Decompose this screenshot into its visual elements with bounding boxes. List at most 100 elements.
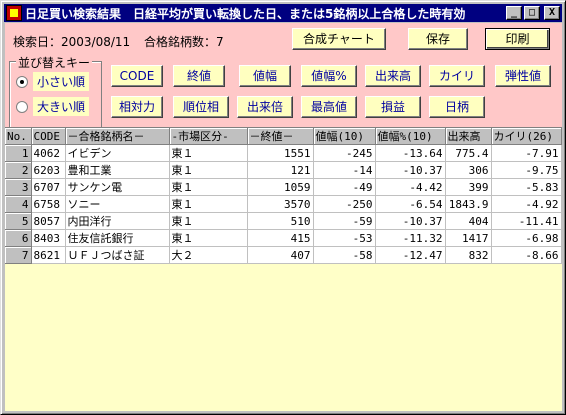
- cell-volume[interactable]: 775.4: [445, 144, 492, 162]
- sort-key-elasticity[interactable]: 弾性値: [495, 65, 551, 87]
- col-market[interactable]: -市場区分-: [169, 128, 248, 145]
- sort-ascending-option[interactable]: 小さい順: [16, 72, 90, 91]
- cell-deviation[interactable]: -5.83: [491, 178, 562, 196]
- cell-volume[interactable]: 1417: [445, 229, 492, 247]
- sort-key-relative-strength[interactable]: 相対力: [111, 96, 163, 118]
- cell-code[interactable]: 8403: [31, 229, 66, 247]
- cell-range[interactable]: -58: [313, 246, 376, 264]
- sort-key-close[interactable]: 終値: [173, 65, 225, 87]
- cell-deviation[interactable]: -6.98: [491, 229, 562, 247]
- cell-range-pct[interactable]: -6.54: [375, 195, 446, 213]
- cell-name[interactable]: 住友信託銀行: [65, 229, 170, 247]
- sort-key-volume[interactable]: 出来高: [365, 65, 421, 87]
- app-icon[interactable]: [6, 5, 22, 21]
- cell-close[interactable]: 3570: [247, 195, 314, 213]
- cell-code[interactable]: 8621: [31, 246, 66, 264]
- cell-code[interactable]: 6203: [31, 161, 66, 179]
- sort-key-high[interactable]: 最高値: [301, 96, 357, 118]
- cell-close[interactable]: 121: [247, 161, 314, 179]
- print-button[interactable]: 印刷: [485, 28, 550, 50]
- composite-chart-button[interactable]: 合成チャート: [292, 28, 386, 50]
- cell-volume[interactable]: 306: [445, 161, 492, 179]
- col-range-pct[interactable]: 値幅%(10): [375, 128, 446, 145]
- col-code[interactable]: CODE: [31, 128, 66, 145]
- col-no[interactable]: No.: [5, 128, 32, 145]
- cell-close[interactable]: 510: [247, 212, 314, 230]
- cell-range-pct[interactable]: -4.42: [375, 178, 446, 196]
- cell-name[interactable]: 内田洋行: [65, 212, 170, 230]
- col-volume[interactable]: 出来高: [445, 128, 492, 145]
- cell-deviation[interactable]: -4.92: [491, 195, 562, 213]
- cell-deviation[interactable]: -7.91: [491, 144, 562, 162]
- cell-market[interactable]: 東１: [169, 195, 248, 213]
- cell-volume[interactable]: 404: [445, 212, 492, 230]
- cell-name[interactable]: イビデン: [65, 144, 170, 162]
- cell-close[interactable]: 1059: [247, 178, 314, 196]
- sort-key-days[interactable]: 日柄: [429, 96, 485, 118]
- title-bar[interactable]: 日足買い検索結果 日経平均が買い転換した日、または5銘柄以上合格した時有効 _ …: [4, 4, 562, 22]
- table-row[interactable]: 1 4062 イビデン 東１ 1551 -245 -13.64 775.4 -7…: [5, 144, 562, 162]
- row-number[interactable]: 7: [5, 246, 32, 264]
- row-number[interactable]: 3: [5, 178, 32, 196]
- cell-range-pct[interactable]: -13.64: [375, 144, 446, 162]
- table-row[interactable]: 3 6707 サンケン電 東１ 1059 -49 -4.42 399 -5.83: [5, 178, 562, 196]
- cell-close[interactable]: 1551: [247, 144, 314, 162]
- cell-range-pct[interactable]: -10.37: [375, 212, 446, 230]
- cell-deviation[interactable]: -8.66: [491, 246, 562, 264]
- sort-key-profit-loss[interactable]: 損益: [365, 96, 421, 118]
- col-close[interactable]: －終値－: [247, 128, 314, 145]
- table-row[interactable]: 6 8403 住友信託銀行 東１ 415 -53 -11.32 1417 -6.…: [5, 229, 562, 247]
- radio-ascending[interactable]: [16, 75, 28, 88]
- row-number[interactable]: 5: [5, 212, 32, 230]
- col-name[interactable]: －合格銘柄名－: [65, 128, 170, 145]
- maximize-button[interactable]: □: [524, 6, 540, 20]
- sort-descending-option[interactable]: 大きい順: [16, 97, 90, 116]
- sort-key-rank-phase[interactable]: 順位相: [173, 96, 229, 118]
- cell-close[interactable]: 415: [247, 229, 314, 247]
- cell-name[interactable]: ＵＦＪつばさ証: [65, 246, 170, 264]
- cell-market[interactable]: 東１: [169, 144, 248, 162]
- cell-code[interactable]: 8057: [31, 212, 66, 230]
- sort-key-volume-ratio[interactable]: 出来倍: [237, 96, 293, 118]
- table-row[interactable]: 7 8621 ＵＦＪつばさ証 大２ 407 -58 -12.47 832 -8.…: [5, 246, 562, 264]
- cell-code[interactable]: 4062: [31, 144, 66, 162]
- cell-code[interactable]: 6758: [31, 195, 66, 213]
- cell-range-pct[interactable]: -10.37: [375, 161, 446, 179]
- row-number[interactable]: 6: [5, 229, 32, 247]
- cell-market[interactable]: 東１: [169, 178, 248, 196]
- cell-market[interactable]: 東１: [169, 212, 248, 230]
- sort-key-range-pct[interactable]: 値幅%: [301, 65, 357, 87]
- cell-volume[interactable]: 832: [445, 246, 492, 264]
- cell-name[interactable]: ソニー: [65, 195, 170, 213]
- minimize-button[interactable]: _: [506, 6, 522, 20]
- cell-range[interactable]: -245: [313, 144, 376, 162]
- results-grid[interactable]: No. CODE －合格銘柄名－ -市場区分- －終値－ 値幅(10) 値幅%(…: [5, 127, 562, 411]
- ascending-label[interactable]: 小さい順: [33, 72, 90, 91]
- descending-label[interactable]: 大きい順: [33, 97, 90, 116]
- cell-range[interactable]: -53: [313, 229, 376, 247]
- save-button[interactable]: 保存: [408, 28, 468, 50]
- cell-deviation[interactable]: -11.41: [491, 212, 562, 230]
- row-number[interactable]: 4: [5, 195, 32, 213]
- cell-range-pct[interactable]: -11.32: [375, 229, 446, 247]
- col-deviation[interactable]: カイリ(26): [491, 128, 562, 145]
- cell-deviation[interactable]: -9.75: [491, 161, 562, 179]
- cell-code[interactable]: 6707: [31, 178, 66, 196]
- table-row[interactable]: 5 8057 内田洋行 東１ 510 -59 -10.37 404 -11.41: [5, 212, 562, 230]
- radio-descending[interactable]: [16, 100, 28, 113]
- cell-name[interactable]: 豊和工業: [65, 161, 170, 179]
- col-range[interactable]: 値幅(10): [313, 128, 376, 145]
- cell-range[interactable]: -49: [313, 178, 376, 196]
- cell-close[interactable]: 407: [247, 246, 314, 264]
- sort-key-range[interactable]: 値幅: [239, 65, 291, 87]
- cell-range[interactable]: -250: [313, 195, 376, 213]
- cell-name[interactable]: サンケン電: [65, 178, 170, 196]
- row-number[interactable]: 1: [5, 144, 32, 162]
- cell-market[interactable]: 東１: [169, 161, 248, 179]
- cell-range[interactable]: -59: [313, 212, 376, 230]
- cell-market[interactable]: 東１: [169, 229, 248, 247]
- table-row[interactable]: 4 6758 ソニー 東１ 3570 -250 -6.54 1843.9 -4.…: [5, 195, 562, 213]
- row-number[interactable]: 2: [5, 161, 32, 179]
- table-row[interactable]: 2 6203 豊和工業 東１ 121 -14 -10.37 306 -9.75: [5, 161, 562, 179]
- cell-market[interactable]: 大２: [169, 246, 248, 264]
